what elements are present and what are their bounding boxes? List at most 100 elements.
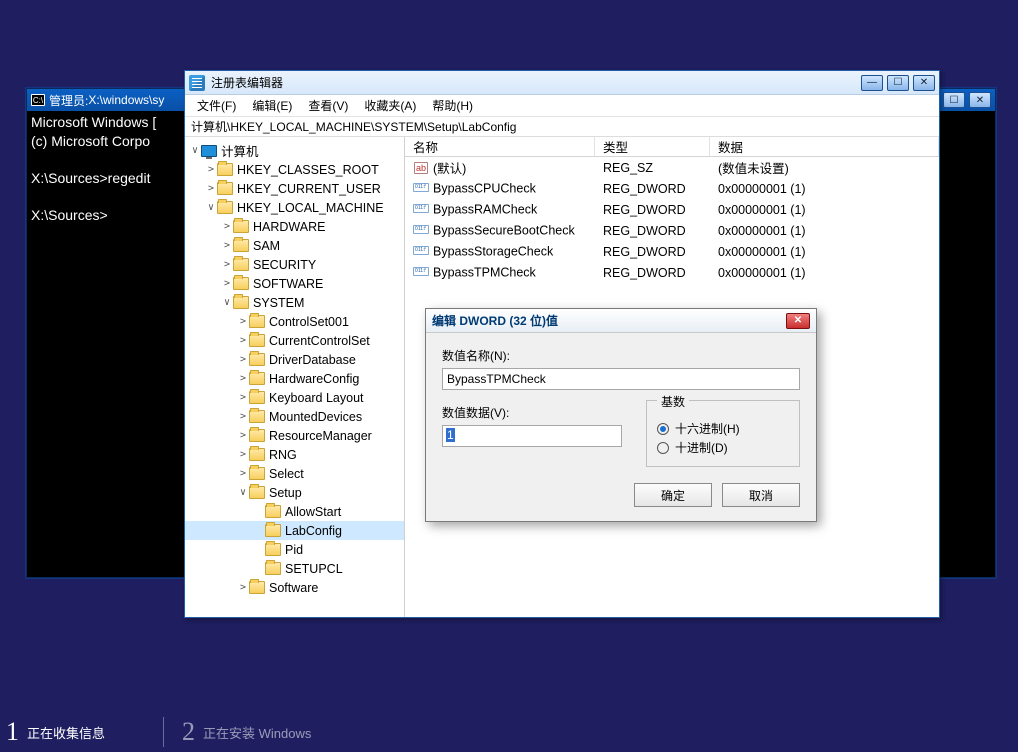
folder-icon bbox=[249, 372, 265, 385]
menu-edit[interactable]: 编辑(E) bbox=[244, 95, 300, 116]
tree-item[interactable]: >SECURITY bbox=[185, 255, 404, 274]
expand-toggle[interactable]: > bbox=[237, 430, 249, 441]
tree-item[interactable]: ∨Setup bbox=[185, 483, 404, 502]
folder-icon bbox=[233, 277, 249, 290]
radio-dec-row[interactable]: 十进制(D) bbox=[657, 439, 789, 456]
ok-button[interactable]: 确定 bbox=[634, 483, 712, 507]
expand-toggle[interactable]: > bbox=[237, 449, 249, 460]
tree-item[interactable]: ∨计算机 bbox=[185, 141, 404, 160]
expand-toggle[interactable]: > bbox=[237, 392, 249, 403]
cmd-close-button[interactable]: ✕ bbox=[969, 92, 991, 108]
radio-hex-label: 十六进制(H) bbox=[675, 420, 740, 437]
expand-toggle[interactable]: > bbox=[205, 164, 217, 175]
tree-label: RNG bbox=[269, 448, 297, 462]
col-header-type[interactable]: 类型 bbox=[595, 137, 710, 156]
setup-progress-bar: 1 正在收集信息 2 正在安装 Windows bbox=[0, 712, 1018, 752]
tree-item[interactable]: >Software bbox=[185, 578, 404, 597]
expand-toggle[interactable]: > bbox=[221, 240, 233, 251]
tree-item[interactable]: > SAM bbox=[185, 236, 404, 255]
list-header: 名称 类型 数据 bbox=[405, 137, 939, 157]
expand-toggle[interactable]: > bbox=[205, 183, 217, 194]
regedit-addressbar[interactable]: 计算机\HKEY_LOCAL_MACHINE\SYSTEM\Setup\LabC… bbox=[185, 117, 939, 137]
expand-toggle[interactable]: ∨ bbox=[189, 145, 201, 156]
regedit-maximize-button[interactable]: ☐ bbox=[887, 75, 909, 91]
tree-item[interactable]: Pid bbox=[185, 540, 404, 559]
value-row[interactable]: BypassSecureBootCheckREG_DWORD0x00000001… bbox=[405, 220, 939, 241]
expand-toggle[interactable]: > bbox=[237, 335, 249, 346]
menu-view[interactable]: 查看(V) bbox=[300, 95, 356, 116]
expand-toggle[interactable]: > bbox=[237, 354, 249, 365]
expand-toggle[interactable]: > bbox=[221, 259, 233, 270]
expand-toggle[interactable]: > bbox=[221, 221, 233, 232]
tree-item[interactable]: >MountedDevices bbox=[185, 407, 404, 426]
regedit-address: 计算机\HKEY_LOCAL_MACHINE\SYSTEM\Setup\LabC… bbox=[191, 118, 516, 135]
tree-item[interactable]: SETUPCL bbox=[185, 559, 404, 578]
value-row[interactable]: BypassStorageCheckREG_DWORD0x00000001 (1… bbox=[405, 241, 939, 262]
radio-hex-row[interactable]: 十六进制(H) bbox=[657, 420, 789, 437]
tree-item[interactable]: ∨HKEY_LOCAL_MACHINE bbox=[185, 198, 404, 217]
expand-toggle[interactable]: > bbox=[237, 373, 249, 384]
tree-item[interactable]: >SOFTWARE bbox=[185, 274, 404, 293]
value-data-field[interactable] bbox=[442, 425, 622, 447]
tree-item[interactable]: >HardwareConfig bbox=[185, 369, 404, 388]
cancel-button[interactable]: 取消 bbox=[722, 483, 800, 507]
tree-item[interactable]: LabConfig bbox=[185, 521, 404, 540]
folder-icon bbox=[249, 429, 265, 442]
tree-item[interactable]: >Keyboard Layout bbox=[185, 388, 404, 407]
tree-item[interactable]: >HKEY_CLASSES_ROOT bbox=[185, 160, 404, 179]
tree-item[interactable]: > RNG bbox=[185, 445, 404, 464]
tree-item[interactable]: >HKEY_CURRENT_USER bbox=[185, 179, 404, 198]
value-row[interactable]: BypassRAMCheckREG_DWORD0x00000001 (1) bbox=[405, 199, 939, 220]
tree-item[interactable]: >ResourceManager bbox=[185, 426, 404, 445]
expand-toggle[interactable]: > bbox=[237, 411, 249, 422]
folder-icon bbox=[249, 467, 265, 480]
radio-dec-label: 十进制(D) bbox=[675, 439, 728, 456]
radio-dec[interactable] bbox=[657, 442, 669, 454]
expand-toggle[interactable]: > bbox=[237, 468, 249, 479]
regedit-tree[interactable]: ∨计算机>HKEY_CLASSES_ROOT>HKEY_CURRENT_USER… bbox=[185, 137, 405, 617]
folder-icon bbox=[265, 562, 281, 575]
value-name: BypassSecureBootCheck bbox=[433, 223, 575, 237]
value-name-field[interactable] bbox=[442, 368, 800, 390]
regedit-close-button[interactable]: ✕ bbox=[913, 75, 935, 91]
expand-toggle[interactable]: ∨ bbox=[221, 297, 233, 308]
expand-toggle[interactable]: > bbox=[221, 278, 233, 289]
computer-icon bbox=[201, 145, 217, 157]
dialog-titlebar[interactable]: 编辑 DWORD (32 位)值 ✕ bbox=[426, 309, 816, 333]
value-data: (数值未设置) bbox=[710, 158, 939, 177]
expand-toggle[interactable]: > bbox=[237, 582, 249, 593]
tree-item[interactable]: AllowStart bbox=[185, 502, 404, 521]
cmd-maximize-button[interactable]: ☐ bbox=[943, 92, 965, 108]
value-row[interactable]: (默认)REG_SZ(数值未设置) bbox=[405, 157, 939, 178]
tree-item[interactable]: >HARDWARE bbox=[185, 217, 404, 236]
radio-hex[interactable] bbox=[657, 423, 669, 435]
value-row[interactable]: BypassCPUCheckREG_DWORD0x00000001 (1) bbox=[405, 178, 939, 199]
value-row[interactable]: BypassTPMCheckREG_DWORD0x00000001 (1) bbox=[405, 262, 939, 283]
tree-item[interactable]: >DriverDatabase bbox=[185, 350, 404, 369]
folder-icon bbox=[249, 410, 265, 423]
menu-file[interactable]: 文件(F) bbox=[189, 95, 244, 116]
expand-toggle[interactable]: ∨ bbox=[237, 487, 249, 498]
tree-label: SAM bbox=[253, 239, 280, 253]
dialog-close-button[interactable]: ✕ bbox=[786, 313, 810, 329]
cmd-title-prefix: 管理员: bbox=[49, 92, 88, 109]
menu-fav[interactable]: 收藏夹(A) bbox=[356, 95, 424, 116]
regedit-titlebar[interactable]: 注册表编辑器 — ☐ ✕ bbox=[185, 71, 939, 95]
value-data: 0x00000001 (1) bbox=[710, 182, 939, 196]
regedit-minimize-button[interactable]: — bbox=[861, 75, 883, 91]
col-header-name[interactable]: 名称 bbox=[405, 137, 595, 156]
expand-toggle[interactable]: ∨ bbox=[205, 202, 217, 213]
regedit-icon bbox=[189, 75, 205, 91]
menu-help[interactable]: 帮助(H) bbox=[424, 95, 481, 116]
tree-item[interactable]: ∨SYSTEM bbox=[185, 293, 404, 312]
tree-item[interactable]: >CurrentControlSet bbox=[185, 331, 404, 350]
col-header-data[interactable]: 数据 bbox=[710, 137, 939, 156]
value-type: REG_DWORD bbox=[595, 182, 710, 196]
expand-toggle[interactable]: > bbox=[237, 316, 249, 327]
tree-item[interactable]: >Select bbox=[185, 464, 404, 483]
step1-label: 正在收集信息 bbox=[27, 723, 105, 742]
dword-value-icon bbox=[413, 202, 429, 217]
tree-item[interactable]: >ControlSet001 bbox=[185, 312, 404, 331]
value-type: REG_DWORD bbox=[595, 224, 710, 238]
value-name: (默认) bbox=[433, 162, 466, 176]
